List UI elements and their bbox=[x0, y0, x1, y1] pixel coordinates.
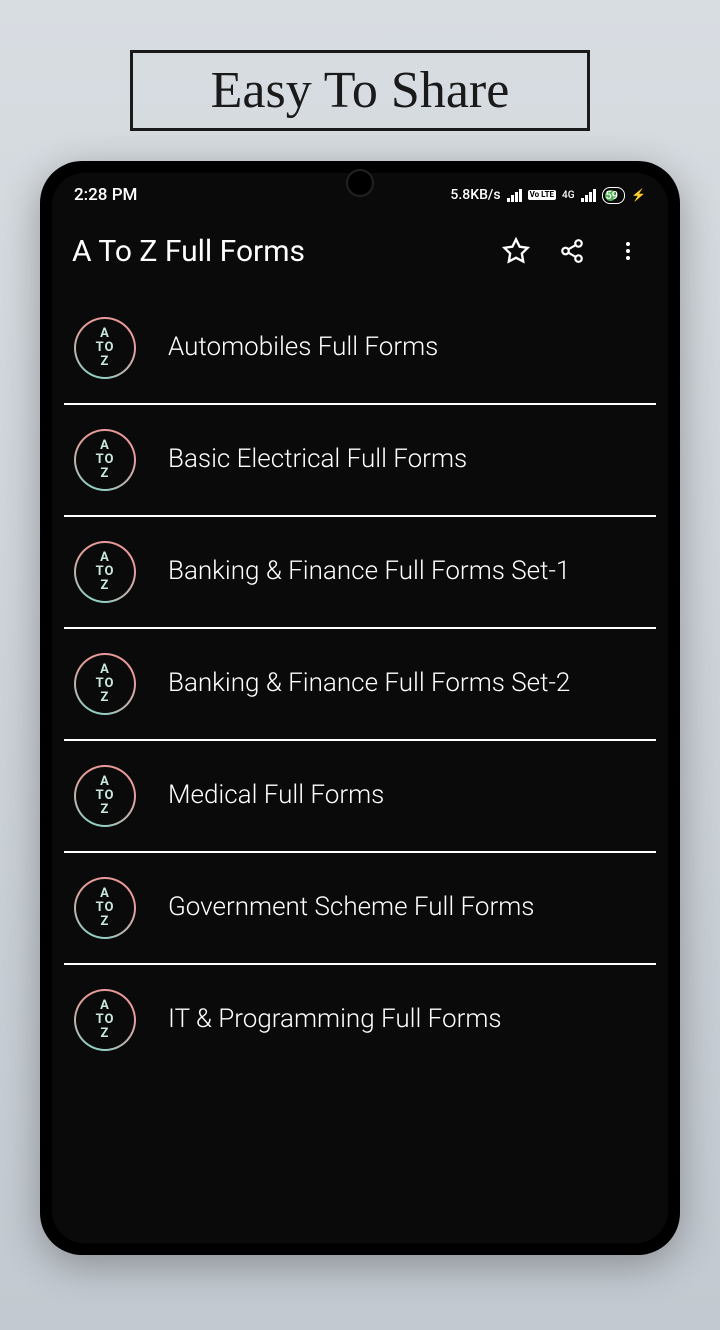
network-speed: 5.8KB/s bbox=[450, 187, 500, 203]
app-title: A To Z Full Forms bbox=[72, 234, 480, 269]
atoz-icon: ATOZ bbox=[74, 877, 136, 939]
favorite-icon[interactable] bbox=[496, 231, 536, 271]
item-label: Basic Electrical Full Forms bbox=[168, 443, 646, 477]
atoz-icon: ATOZ bbox=[74, 429, 136, 491]
item-label: IT & Programming Full Forms bbox=[168, 1003, 646, 1037]
list-item[interactable]: ATOZ Medical Full Forms bbox=[64, 741, 656, 853]
network-type: 4G bbox=[562, 190, 575, 201]
share-icon[interactable] bbox=[552, 231, 592, 271]
list-item[interactable]: ATOZ Basic Electrical Full Forms bbox=[64, 405, 656, 517]
atoz-icon: ATOZ bbox=[74, 653, 136, 715]
item-label: Automobiles Full Forms bbox=[168, 331, 646, 365]
app-bar: A To Z Full Forms bbox=[52, 213, 668, 293]
promo-banner: Easy To Share bbox=[130, 50, 590, 131]
atoz-icon: ATOZ bbox=[74, 317, 136, 379]
list-item[interactable]: ATOZ Banking & Finance Full Forms Set-2 bbox=[64, 629, 656, 741]
item-label: Banking & Finance Full Forms Set-2 bbox=[168, 667, 646, 701]
status-right: 5.8KB/s Vo LTE 4G 59 ⚡ bbox=[450, 187, 646, 204]
list-item[interactable]: ATOZ Automobiles Full Forms bbox=[64, 293, 656, 405]
item-label: Government Scheme Full Forms bbox=[168, 891, 646, 925]
battery-icon: 59 bbox=[602, 187, 626, 204]
status-time: 2:28 PM bbox=[74, 185, 137, 205]
list-item[interactable]: ATOZ Government Scheme Full Forms bbox=[64, 853, 656, 965]
charging-icon: ⚡ bbox=[631, 188, 646, 202]
volte-badge: Vo LTE bbox=[528, 190, 556, 200]
signal-icon-2 bbox=[581, 188, 596, 202]
more-icon[interactable] bbox=[608, 231, 648, 271]
camera-notch bbox=[346, 169, 374, 197]
atoz-icon: ATOZ bbox=[74, 989, 136, 1051]
signal-icon bbox=[507, 188, 522, 202]
list-item[interactable]: ATOZ Banking & Finance Full Forms Set-1 bbox=[64, 517, 656, 629]
item-label: Medical Full Forms bbox=[168, 779, 646, 813]
phone-screen: 2:28 PM 5.8KB/s Vo LTE 4G 59 ⚡ A To Z Fu… bbox=[52, 173, 668, 1243]
atoz-icon: ATOZ bbox=[74, 541, 136, 603]
item-label: Banking & Finance Full Forms Set-1 bbox=[168, 555, 646, 589]
atoz-icon: ATOZ bbox=[74, 765, 136, 827]
category-list: ATOZ Automobiles Full Forms ATOZ Basic E… bbox=[52, 293, 668, 1091]
phone-frame: 2:28 PM 5.8KB/s Vo LTE 4G 59 ⚡ A To Z Fu… bbox=[40, 161, 680, 1255]
list-item[interactable]: ATOZ IT & Programming Full Forms bbox=[64, 965, 656, 1091]
